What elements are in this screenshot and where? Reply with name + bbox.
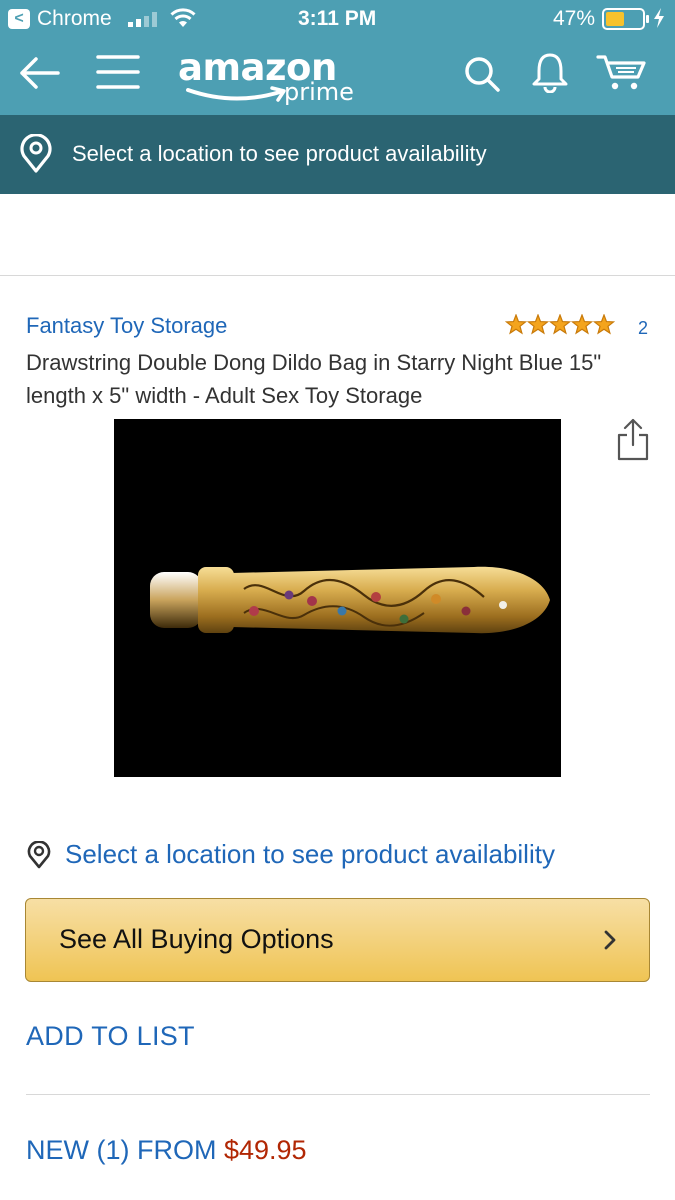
star-icon [548, 314, 572, 335]
product-image[interactable] [114, 419, 561, 777]
cellular-signal-icon [128, 12, 157, 27]
chevron-right-icon [604, 930, 616, 950]
product-title: Drawstring Double Dong Dildo Bag in Star… [26, 350, 602, 408]
new-offers-label: NEW (1) FROM [26, 1135, 224, 1165]
share-icon[interactable] [616, 417, 650, 461]
star-icon [505, 314, 528, 335]
location-pin-icon [27, 841, 51, 869]
section-divider [0, 275, 675, 276]
add-to-list-link[interactable]: ADD TO LIST [26, 1021, 195, 1052]
back-to-app-icon[interactable]: < [8, 9, 30, 29]
charging-bolt-icon [654, 8, 664, 28]
select-location-link[interactable]: Select a location to see product availab… [65, 839, 555, 870]
menu-icon[interactable] [96, 54, 140, 90]
product-photo [150, 566, 550, 634]
star-icon [592, 314, 615, 335]
logo-smile-icon [186, 86, 286, 102]
offer-price: $49.95 [223, 1135, 307, 1165]
back-app-label[interactable]: Chrome [37, 7, 112, 31]
location-bar[interactable]: Select a location to see product availab… [0, 115, 675, 194]
star-icon [526, 314, 550, 335]
status-bar: < Chrome 3:11 PM 47% [0, 0, 675, 38]
cart-icon[interactable] [596, 53, 648, 93]
top-nav-bar: amazon prime [0, 38, 675, 115]
review-count[interactable]: 2 [638, 318, 648, 339]
star-rating[interactable] [505, 314, 615, 336]
battery-icon [602, 8, 649, 30]
see-all-buying-options-button[interactable]: See All Buying Options [25, 898, 650, 982]
new-offers-link[interactable]: NEW (1) FROM $49.95 [26, 1135, 307, 1166]
wifi-icon [170, 8, 196, 27]
star-icon [570, 314, 594, 335]
location-pin-icon [20, 134, 52, 173]
clock: 3:11 PM [298, 7, 377, 30]
battery-percentage: 47% [553, 7, 596, 30]
bell-icon[interactable] [530, 51, 570, 93]
search-icon[interactable] [463, 55, 501, 93]
section-divider [26, 1094, 650, 1095]
logo-prime: prime [284, 78, 354, 106]
buying-options-label: See All Buying Options [59, 924, 334, 954]
brand-link[interactable]: Fantasy Toy Storage [26, 313, 227, 339]
location-bar-text: Select a location to see product availab… [72, 141, 487, 166]
back-arrow-icon[interactable] [18, 56, 60, 90]
